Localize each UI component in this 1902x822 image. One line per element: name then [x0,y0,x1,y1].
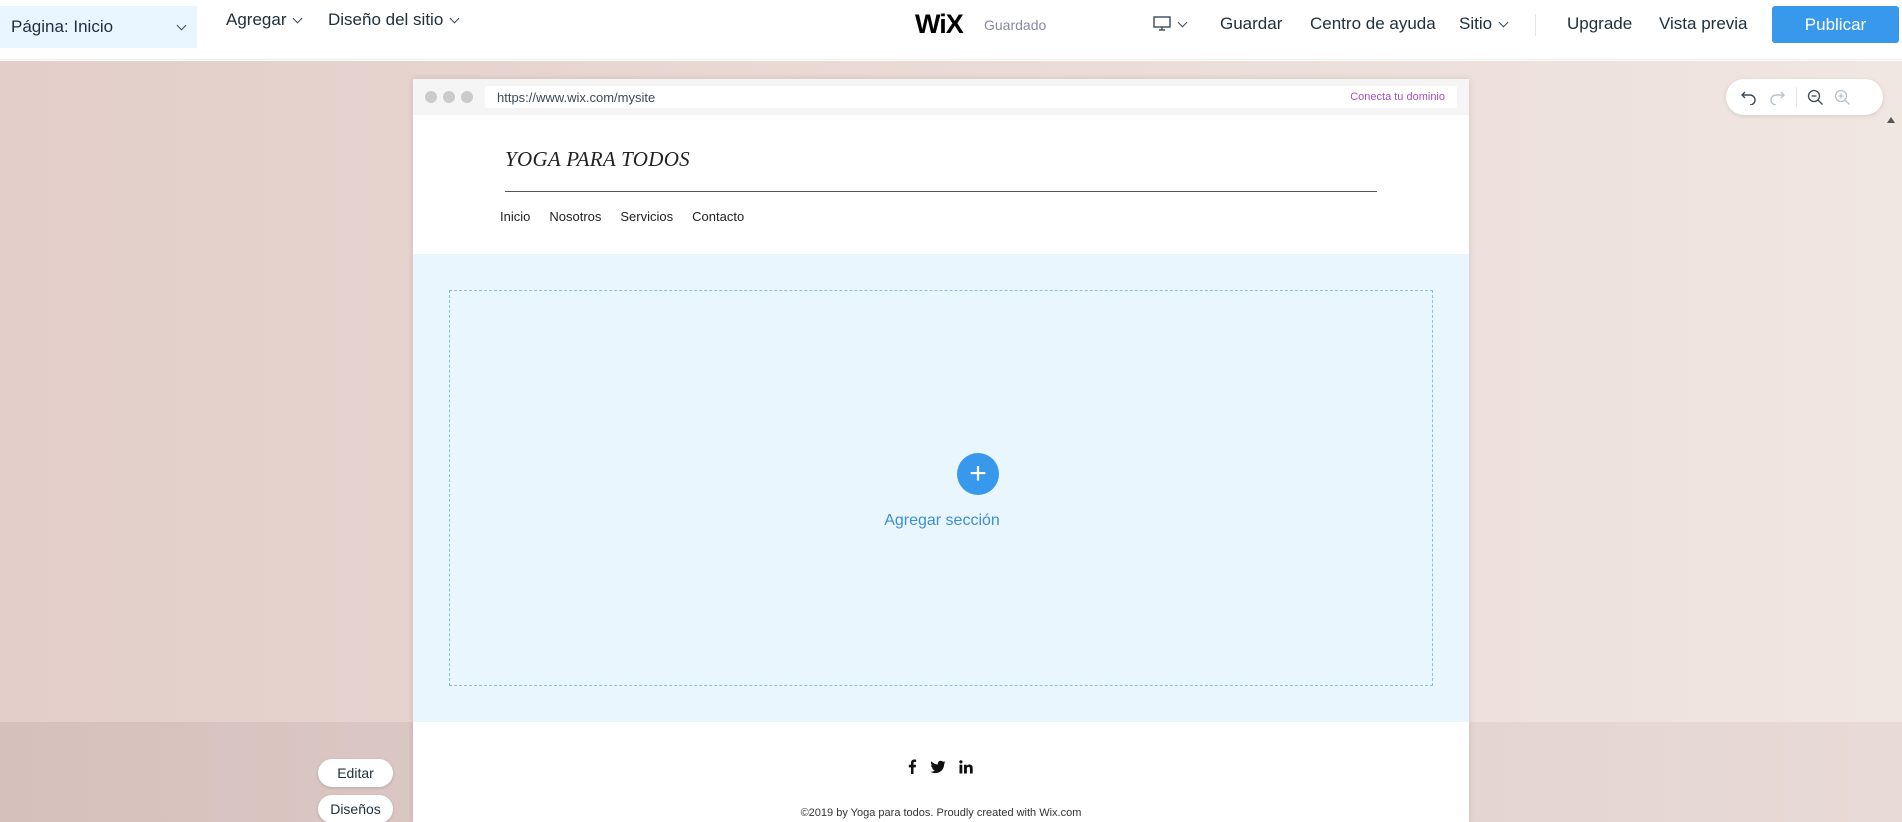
site-design-menu[interactable]: Diseño del sitio [328,10,460,30]
upgrade-button[interactable]: Upgrade [1567,0,1632,48]
site-preview-frame: https://www.wix.com/mysite Conecta tu do… [413,79,1469,822]
topbar-divider [1535,14,1536,36]
site-url: https://www.wix.com/mysite [497,89,656,105]
chevron-down-icon [293,13,303,23]
preview-button[interactable]: Vista previa [1659,0,1748,48]
chevron-down-icon [1177,17,1188,27]
edit-button[interactable]: Editar [318,759,393,787]
page-select-label: Página: Inicio [11,17,114,36]
window-dot-icon [425,91,437,103]
toolbar-divider [1796,87,1797,107]
copyright-text: ©2019 by Yoga para todos. Proudly create… [800,807,1082,819]
designs-button[interactable]: Diseños [318,795,393,822]
scroll-up-arrow-icon[interactable] [1887,117,1895,123]
saved-status: Guardado [984,17,1047,33]
site-design-menu-label: Diseño del sitio [328,10,444,29]
undo-zoom-toolbar [1726,79,1883,115]
site-nav[interactable]: Inicio Nosotros Servicios Contacto [500,209,763,224]
site-menu[interactable]: Sitio [1459,0,1509,48]
device-switch[interactable] [1153,0,1188,48]
nav-item-contacto[interactable]: Contacto [692,209,744,224]
chevron-down-icon [176,20,187,30]
add-menu-label: Agregar [226,10,287,29]
add-menu[interactable]: Agregar [226,10,303,30]
site-footer: ©2019 by Yoga para todos. Proudly create… [413,722,1469,822]
zoom-in-icon[interactable] [1834,89,1851,106]
undo-icon[interactable] [1740,89,1758,105]
page-select-dropdown[interactable]: Página: Inicio [0,6,197,48]
publish-button[interactable]: Publicar [1772,6,1899,43]
save-button[interactable]: Guardar [1220,0,1282,48]
wix-logo: WiX [915,9,964,39]
social-bar [907,759,973,774]
zoom-out-icon[interactable] [1807,89,1824,106]
twitter-icon[interactable] [930,760,946,774]
nav-item-inicio[interactable]: Inicio [500,209,530,224]
desktop-icon [1153,16,1171,31]
facebook-icon[interactable] [907,759,917,774]
nav-item-servicios[interactable]: Servicios [620,209,673,224]
plus-icon[interactable]: + [957,453,999,495]
window-dot-icon [443,91,455,103]
header-divider [505,191,1377,192]
nav-item-nosotros[interactable]: Nosotros [549,209,601,224]
editor-top-bar: Página: Inicio Agregar Diseño del sitio … [0,0,1902,60]
chevron-down-icon [1498,17,1509,27]
page-select-wrapper: Página: Inicio [0,6,197,48]
site-menu-label: Sitio [1459,14,1493,33]
linkedin-icon[interactable] [959,759,973,774]
empty-section: + Agregar sección [413,254,1469,722]
url-bar: https://www.wix.com/mysite Conecta tu do… [485,86,1457,108]
chevron-down-icon [449,13,460,23]
redo-icon[interactable] [1768,89,1786,105]
add-section-link[interactable]: Agregar sección [450,512,1434,530]
help-center-button[interactable]: Centro de ayuda [1310,0,1436,48]
window-dot-icon [461,91,473,103]
connect-domain-link[interactable]: Conecta tu dominio [1350,91,1445,103]
site-title[interactable]: YOGA PARA TODOS [505,147,690,172]
section-drop-area[interactable]: + Agregar sección [449,290,1433,686]
